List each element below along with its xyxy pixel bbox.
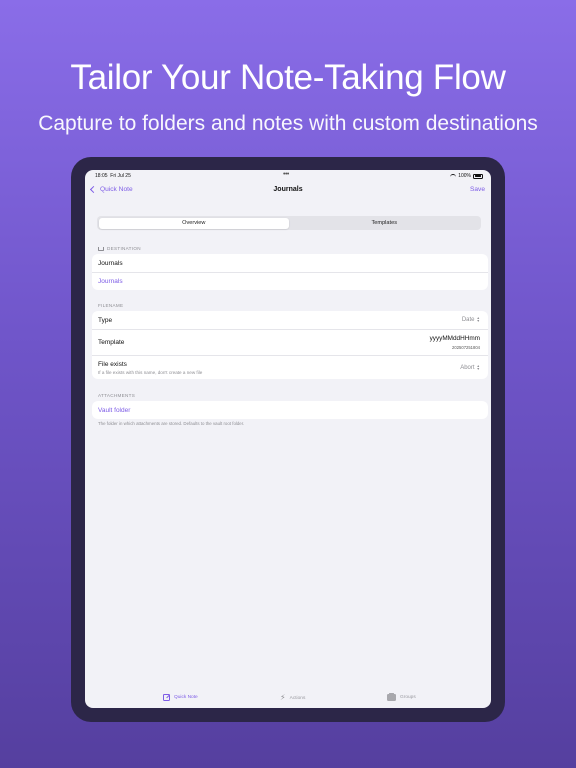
type-picker[interactable]: Date ▲ ▼ xyxy=(461,316,480,323)
battery-percent: 100% xyxy=(458,173,471,179)
destination-folder-label: Journals xyxy=(98,278,123,285)
type-label: Type xyxy=(98,316,113,324)
subheadline: Capture to folders and notes with custom… xyxy=(38,112,538,135)
save-button[interactable]: Save xyxy=(470,186,485,193)
template-input[interactable]: yyyyMMddHHmm xyxy=(430,335,480,342)
vault-folder-label: Vault folder xyxy=(98,406,131,414)
device-screen: 18:05 Fri Jul 25 ••• 100% Quick Note Jou… xyxy=(85,170,491,708)
file-exists-label: File exists xyxy=(98,360,127,368)
chevron-up-down-icon: ▲ ▼ xyxy=(476,316,480,323)
destination-name-row[interactable]: Journals xyxy=(92,254,488,272)
note-edit-icon xyxy=(163,694,170,701)
segment-overview[interactable]: Overview xyxy=(98,217,289,229)
segmented-control: Overview Templates xyxy=(97,216,481,230)
status-right: 100% xyxy=(450,173,483,179)
chevron-up-down-icon: ▲ ▼ xyxy=(476,364,480,371)
wifi-icon xyxy=(450,174,457,178)
destination-section-text: DESTINATION xyxy=(107,246,141,251)
file-exists-subtitle: If a file exists with this name, don't c… xyxy=(98,369,203,375)
tab-actions[interactable]: ⚡︎ Actions xyxy=(280,694,305,702)
device-frame: 18:05 Fri Jul 25 ••• 100% Quick Note Jou… xyxy=(71,157,505,722)
type-row[interactable]: Type Date ▲ ▼ xyxy=(92,311,488,329)
tab-quick-note[interactable]: Quick Note xyxy=(163,694,198,701)
destination-section-label: DESTINATION xyxy=(98,246,141,251)
tab-quick-note-label: Quick Note xyxy=(174,695,198,700)
template-label: Template xyxy=(98,339,125,346)
tab-actions-label: Actions xyxy=(289,695,306,701)
file-exists-value: Abort xyxy=(460,365,475,371)
multitasking-dots-icon[interactable]: ••• xyxy=(283,171,289,178)
template-preview: 202507251804 xyxy=(452,345,480,350)
file-exists-row[interactable]: File exists If a file exists with this n… xyxy=(92,355,488,379)
battery-icon xyxy=(473,173,483,179)
status-bar: 18:05 Fri Jul 25 ••• 100% xyxy=(85,170,491,182)
filename-group: Type Date ▲ ▼ Template yyyyMMddHHmm 20250… xyxy=(92,311,488,379)
destination-name: Journals xyxy=(98,259,123,267)
template-row[interactable]: Template yyyyMMddHHmm 202507251804 xyxy=(92,329,488,355)
tab-groups[interactable]: Groups xyxy=(387,692,416,701)
attachments-footnote: The folder in which attachments are stor… xyxy=(98,421,245,426)
status-time-date: 18:05 Fri Jul 25 xyxy=(95,173,131,179)
status-time: 18:05 xyxy=(95,173,108,179)
tab-bar: Quick Note ⚡︎ Actions Groups xyxy=(85,690,491,708)
destination-folder-link[interactable]: Journals xyxy=(92,272,488,290)
headline: Tailor Your Note-Taking Flow xyxy=(70,58,506,97)
tray-icon xyxy=(98,246,104,251)
filename-section-label: FILENAME xyxy=(98,303,124,308)
page-title: Journals xyxy=(273,186,303,193)
segment-templates[interactable]: Templates xyxy=(289,218,480,229)
attachments-group: Vault folder xyxy=(92,401,488,419)
template-value-group: yyyyMMddHHmm 202507251804 xyxy=(430,335,480,350)
bolt-icon: ⚡︎ xyxy=(280,693,286,702)
destination-group: Journals Journals xyxy=(92,254,488,290)
status-date: Fri Jul 25 xyxy=(110,173,131,179)
attachments-section-label: ATTACHMENTS xyxy=(98,393,136,398)
navigation-bar: Quick Note Journals Save xyxy=(85,184,491,200)
vault-folder-row[interactable]: Vault folder xyxy=(92,401,488,419)
file-exists-picker[interactable]: Abort ▲ ▼ xyxy=(460,364,480,371)
tab-groups-label: Groups xyxy=(400,695,416,700)
type-value: Date xyxy=(461,317,475,323)
archive-box-icon xyxy=(387,692,396,701)
